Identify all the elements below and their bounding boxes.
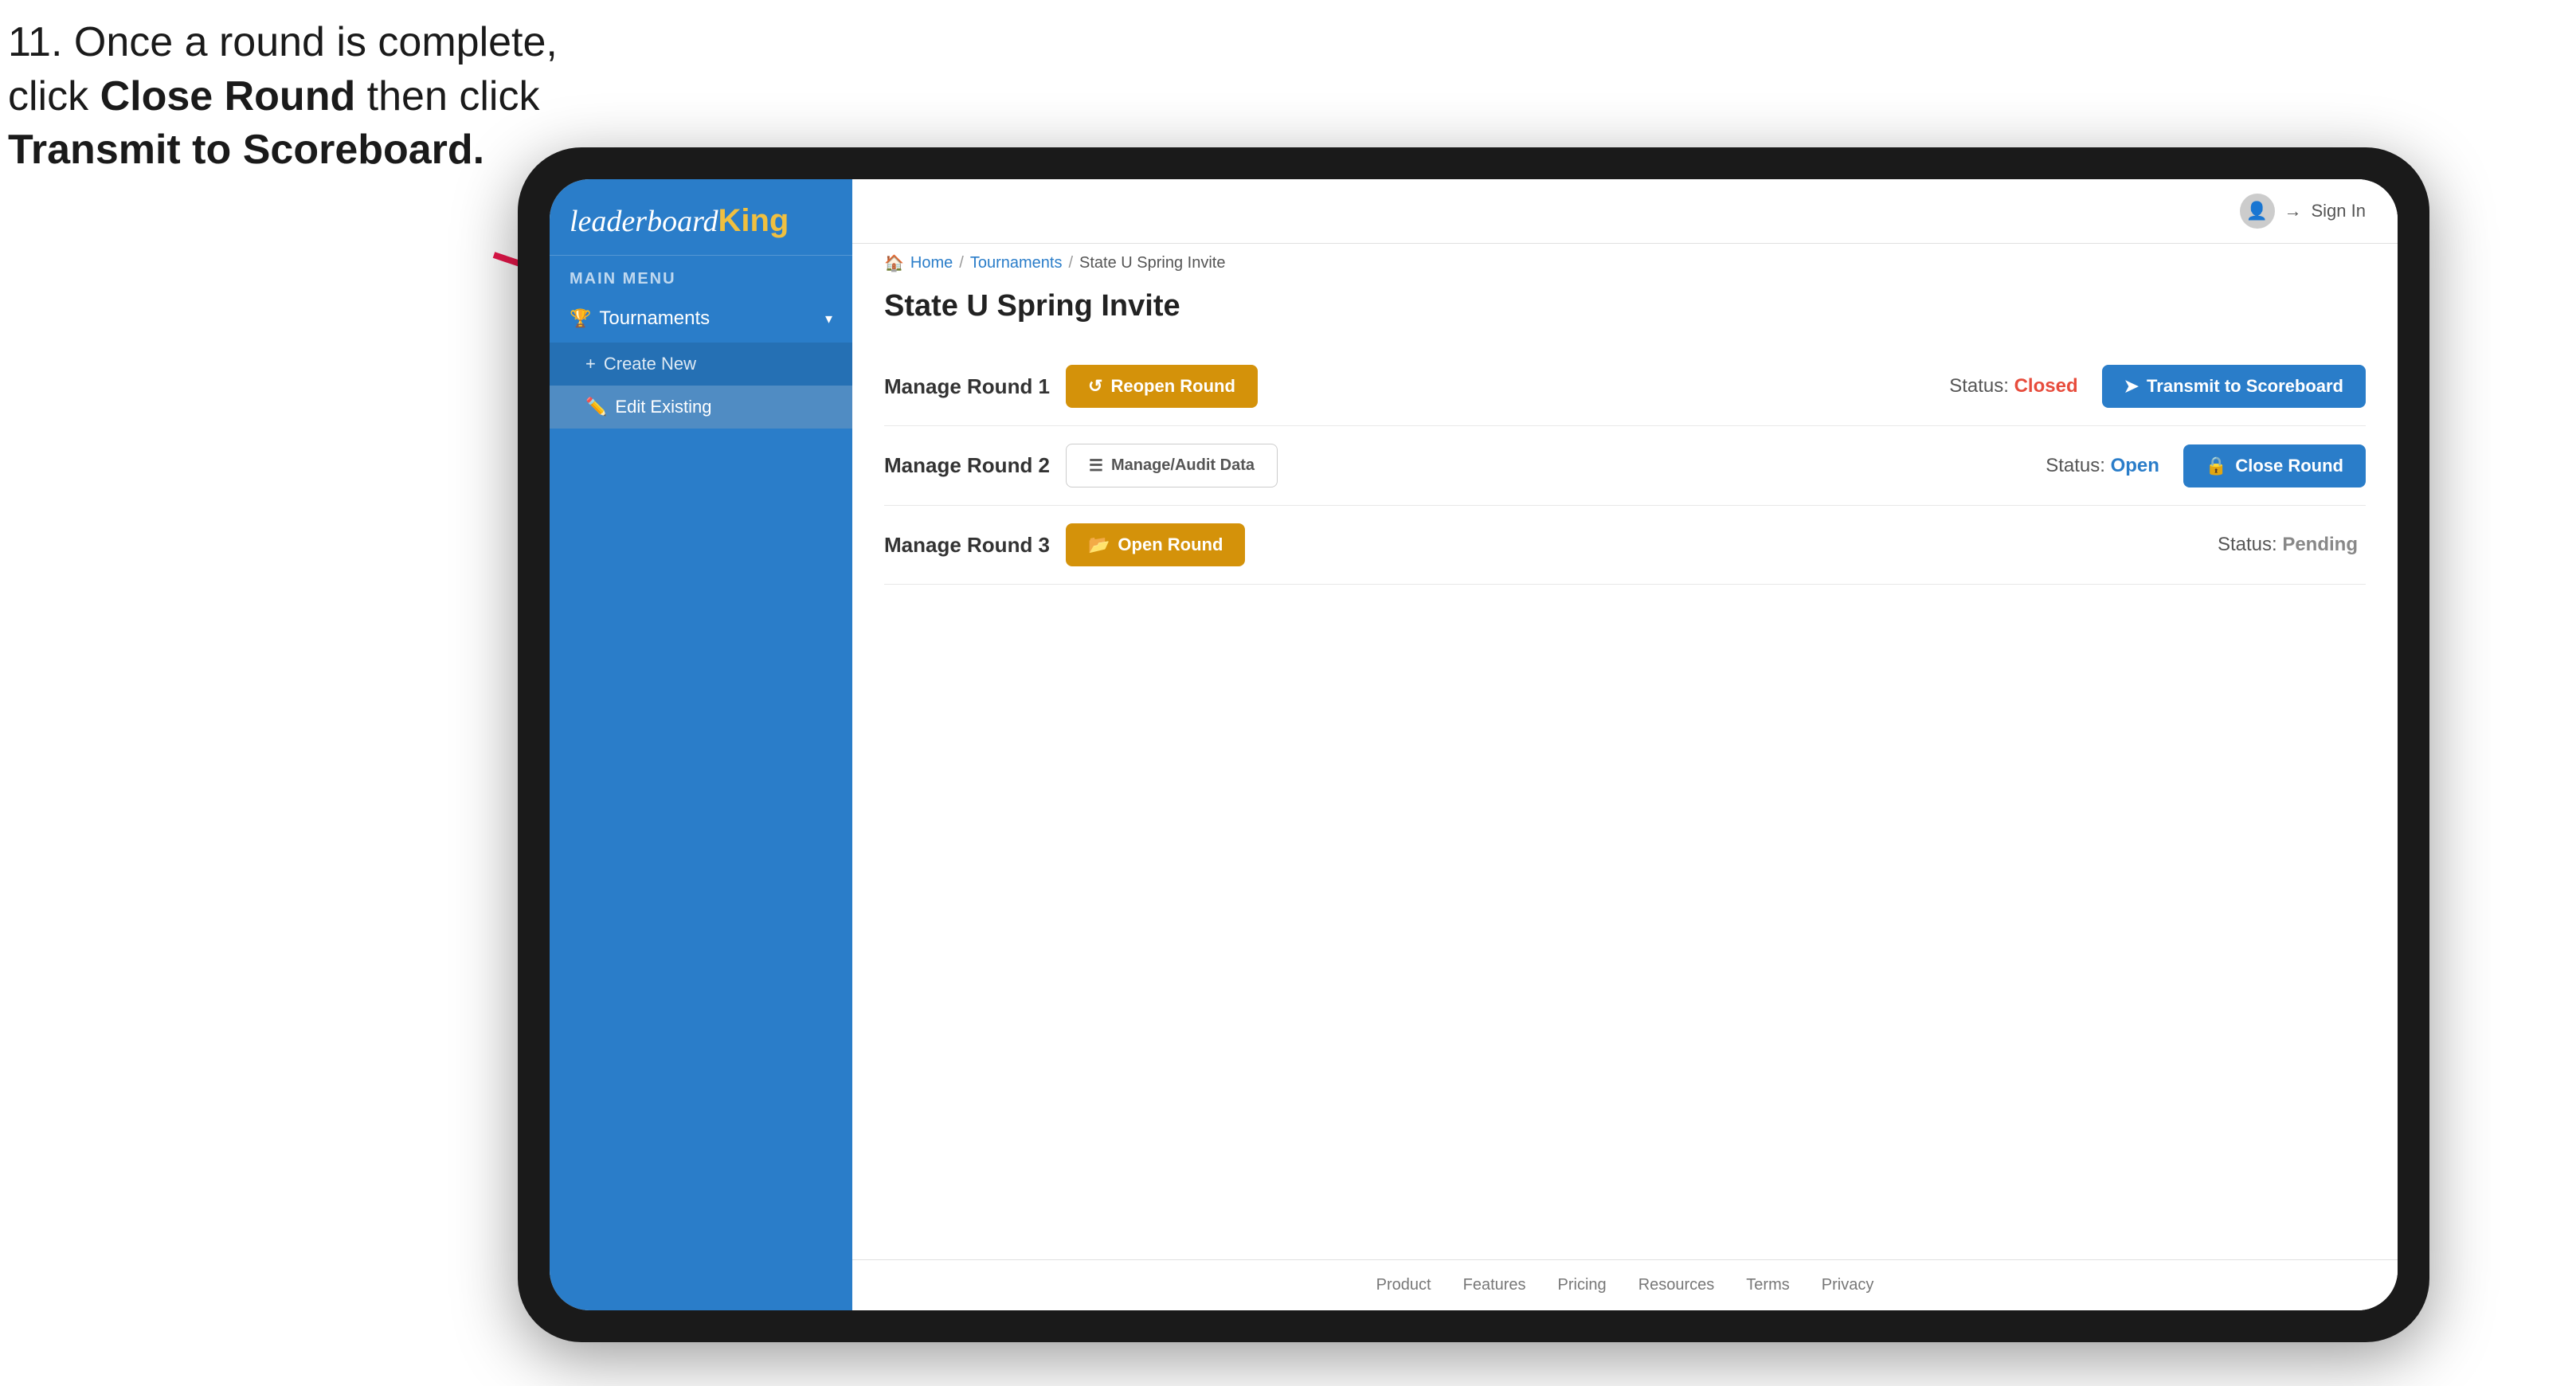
sidebar-item-tournaments[interactable]: 🏆 Tournaments ▾ [550, 295, 852, 343]
chevron-down-icon: ▾ [825, 311, 832, 327]
breadcrumb-current-page: State U Spring Invite [1079, 254, 1225, 272]
breadcrumb-tournaments-link[interactable]: Tournaments [970, 254, 1063, 272]
edit-existing-label: Edit Existing [615, 397, 711, 417]
sidebar-submenu-tournaments: + Create New ✏️ Edit Existing [550, 343, 852, 429]
close-round-button[interactable]: 🔒 Close Round [2183, 444, 2366, 487]
instruction-bold-close-round: Close Round [100, 73, 356, 119]
breadcrumb-sep-2: / [1068, 254, 1073, 272]
footer-resources-link[interactable]: Resources [1638, 1276, 1715, 1294]
instruction-text-main: 11. Once a round is complete, click Clos… [8, 19, 558, 173]
plus-icon: + [585, 354, 596, 374]
top-nav: 👤 → Sign In [852, 179, 2398, 244]
footer: Product Features Pricing Resources Terms… [852, 1259, 2398, 1310]
round-2-status-label: Status: Open [2046, 455, 2159, 477]
avatar-icon: 👤 [2240, 194, 2275, 229]
sidebar: leaderboardKing MAIN MENU 🏆 Tournaments … [550, 179, 852, 1310]
round-3-status-label: Status: Pending [2218, 534, 2358, 556]
round-2-section: Manage Round 2 ☰ Manage/Audit Data Statu… [884, 426, 2366, 506]
round-2-status-value: Open [2111, 455, 2159, 476]
breadcrumb: 🏠 Home / Tournaments / State U Spring In… [852, 244, 2398, 273]
sign-in-area[interactable]: 👤 → Sign In [2240, 194, 2367, 229]
manage-audit-label: Manage/Audit Data [1111, 456, 1255, 475]
instruction-block: 11. Once a round is complete, click Clos… [8, 16, 566, 178]
app-layout: leaderboardKing MAIN MENU 🏆 Tournaments … [550, 179, 2398, 1310]
sign-in-label: Sign In [2312, 201, 2367, 221]
create-new-label: Create New [604, 354, 696, 374]
reopen-round-button[interactable]: ↺ Reopen Round [1066, 365, 1258, 408]
round-1-section: Manage Round 1 ↺ Reopen Round Status: Cl… [884, 347, 2366, 426]
round-2-right: Status: Open 🔒 Close Round [2046, 444, 2366, 487]
transmit-icon: ➤ [2124, 376, 2139, 397]
trophy-icon: 🏆 [570, 308, 591, 329]
transmit-to-scoreboard-label: Transmit to Scoreboard [2147, 376, 2343, 397]
footer-pricing-link[interactable]: Pricing [1558, 1276, 1607, 1294]
edit-icon: ✏️ [585, 397, 607, 417]
breadcrumb-home-link[interactable]: Home [910, 254, 953, 272]
open-round-icon: 📂 [1088, 534, 1110, 555]
round-1-title: Manage Round 1 [884, 374, 1050, 399]
audit-icon: ☰ [1089, 456, 1103, 476]
breadcrumb-home-icon: 🏠 [884, 253, 904, 273]
footer-features-link[interactable]: Features [1463, 1276, 1526, 1294]
round-2-left: Manage Round 2 ☰ Manage/Audit Data [884, 444, 1278, 487]
round-1-right: Status: Closed ➤ Transmit to Scoreboard [1949, 365, 2366, 408]
reopen-round-label: Reopen Round [1110, 376, 1235, 397]
round-1-left: Manage Round 1 ↺ Reopen Round [884, 365, 1258, 408]
manage-audit-data-button[interactable]: ☰ Manage/Audit Data [1066, 444, 1278, 487]
close-round-label: Close Round [2235, 456, 2343, 476]
round-3-section: Manage Round 3 📂 Open Round Status: Pend… [884, 506, 2366, 585]
reopen-icon: ↺ [1088, 376, 1102, 397]
round-3-left: Manage Round 3 📂 Open Round [884, 523, 1245, 566]
round-3-status-value: Pending [2282, 534, 2358, 555]
logo-text: leaderboardKing [570, 205, 789, 238]
transmit-to-scoreboard-button[interactable]: ➤ Transmit to Scoreboard [2102, 365, 2366, 408]
breadcrumb-sep-1: / [959, 254, 964, 272]
lock-icon: 🔒 [2206, 456, 2227, 476]
footer-product-link[interactable]: Product [1376, 1276, 1431, 1294]
instruction-bold-transmit: Transmit to Scoreboard. [8, 127, 484, 173]
open-round-label: Open Round [1118, 534, 1223, 555]
sidebar-item-create-new[interactable]: + Create New [550, 343, 852, 386]
round-1-status-label: Status: Closed [1949, 375, 2077, 397]
round-3-title: Manage Round 3 [884, 533, 1050, 558]
sign-in-arrow-icon: → [2284, 201, 2302, 221]
sidebar-item-edit-existing[interactable]: ✏️ Edit Existing [550, 386, 852, 429]
round-3-right: Status: Pending [2218, 534, 2366, 556]
round-2-title: Manage Round 2 [884, 453, 1050, 478]
page-title: State U Spring Invite [884, 289, 2366, 323]
open-round-button[interactable]: 📂 Open Round [1066, 523, 1245, 566]
sidebar-tournaments-label: Tournaments [599, 307, 817, 330]
footer-terms-link[interactable]: Terms [1746, 1276, 1789, 1294]
main-content: 👤 → Sign In 🏠 Home / Tournaments / State… [852, 179, 2398, 1310]
tablet-screen: leaderboardKing MAIN MENU 🏆 Tournaments … [550, 179, 2398, 1310]
logo-king: King [718, 203, 789, 238]
round-1-status-value: Closed [2014, 375, 2078, 397]
main-menu-label: MAIN MENU [550, 256, 852, 295]
logo-area: leaderboardKing [550, 179, 852, 256]
footer-privacy-link[interactable]: Privacy [1822, 1276, 1874, 1294]
page-content: State U Spring Invite Manage Round 1 ↺ R… [852, 273, 2398, 1259]
tablet-frame: leaderboardKing MAIN MENU 🏆 Tournaments … [518, 147, 2429, 1342]
